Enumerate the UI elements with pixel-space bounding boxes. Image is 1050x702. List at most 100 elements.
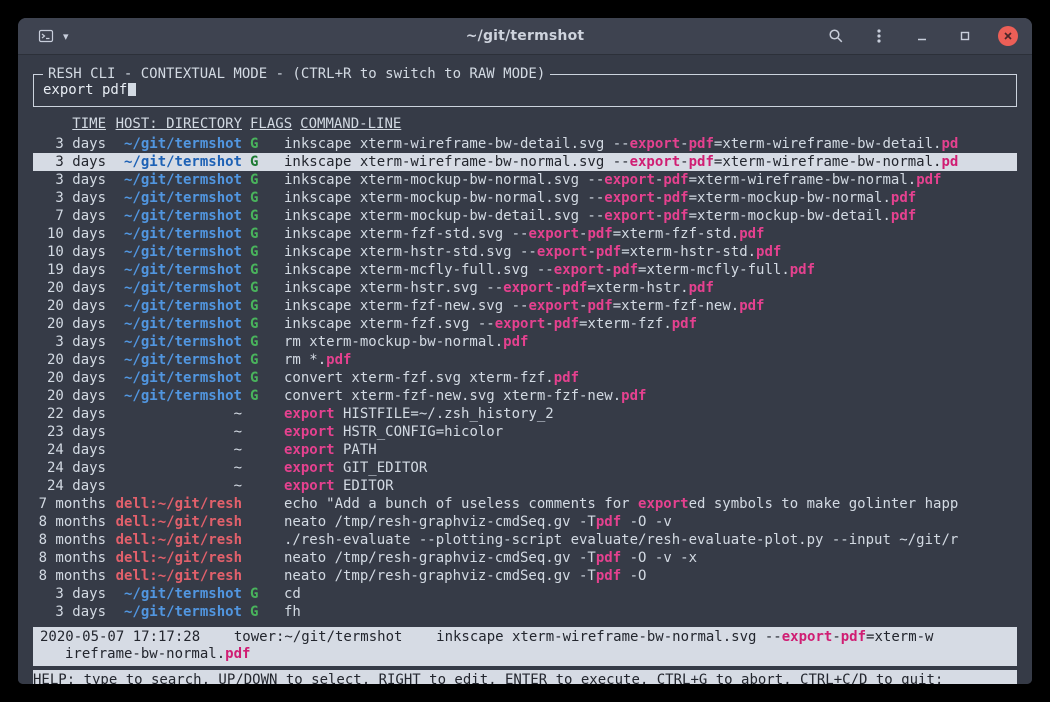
row-time: 10 days <box>33 243 106 261</box>
row-time: 19 days <box>33 261 106 279</box>
row-host-dir: ~/git/termshot <box>114 153 242 171</box>
row-host-dir: ~/git/termshot <box>114 387 242 405</box>
row-flags <box>250 405 276 423</box>
row-time: 20 days <box>33 315 106 333</box>
row-time: 3 days <box>33 153 106 171</box>
history-row[interactable]: 24 days~export GIT_EDITOR <box>33 459 1017 477</box>
history-row[interactable]: 8 monthsdell:~/git/reshneato /tmp/resh-g… <box>33 513 1017 531</box>
header-command-line: COMMAND-LINE <box>300 115 401 133</box>
search-box[interactable]: RESH CLI - CONTEXTUAL MODE - (CTRL+R to … <box>33 74 1017 107</box>
row-time: 20 days <box>33 297 106 315</box>
row-host-dir: ~/git/termshot <box>114 225 242 243</box>
row-flags <box>250 513 276 531</box>
row-time: 20 days <box>33 351 106 369</box>
row-time: 8 months <box>33 549 106 567</box>
history-row[interactable]: 20 days~/git/termshotGrm *.pdf <box>33 351 1017 369</box>
row-host-dir: ~/git/termshot <box>114 333 242 351</box>
row-command: inkscape xterm-fzf-new.svg --export-pdf=… <box>284 297 1017 315</box>
row-host-dir: ~ <box>114 459 242 477</box>
row-flags <box>250 441 276 459</box>
row-command: neato /tmp/resh-graphviz-cmdSeq.gv -Tpdf… <box>284 549 1017 567</box>
row-command: convert xterm-fzf-new.svg xterm-fzf-new.… <box>284 387 1017 405</box>
titlebar[interactable]: ▾ ~/git/termshot <box>18 18 1032 55</box>
row-host-dir: ~ <box>114 423 242 441</box>
history-row[interactable]: 24 days~export PATH <box>33 441 1017 459</box>
history-row[interactable]: 7 days~/git/termshotGinkscape xterm-mock… <box>33 207 1017 225</box>
close-icon[interactable] <box>998 26 1018 46</box>
row-flags: G <box>250 279 276 297</box>
history-row[interactable]: 19 days~/git/termshotGinkscape xterm-mcf… <box>33 261 1017 279</box>
history-row[interactable]: 8 monthsdell:~/git/reshneato /tmp/resh-g… <box>33 567 1017 585</box>
history-row[interactable]: 3 days~/git/termshotGcd <box>33 585 1017 603</box>
history-row[interactable]: 7 monthsdell:~/git/reshecho "Add a bunch… <box>33 495 1017 513</box>
row-time: 24 days <box>33 441 106 459</box>
row-host-dir: ~/git/termshot <box>114 189 242 207</box>
row-time: 3 days <box>33 135 106 153</box>
history-row[interactable]: 20 days ~/git/termshot Gconvert xterm-fzf-… <box>33 387 1017 405</box>
row-host-dir: ~/git/termshot <box>114 279 242 297</box>
selected-entry-detail: 2020-05-07 17:17:28 tower:~/git/termshot… <box>33 627 1017 666</box>
row-host-dir: dell:~/git/resh <box>114 513 242 531</box>
history-row[interactable]: 3 days~/git/termshotGinkscape xterm-wire… <box>33 153 1017 171</box>
row-command: echo "Add a bunch of useless comments fo… <box>284 495 1017 513</box>
row-host-dir: dell:~/git/resh <box>114 567 242 585</box>
history-row[interactable]: 20 days ~/git/termshot Ginkscape xterm-fzf… <box>33 297 1017 315</box>
history-row[interactable]: 20 days ~/git/termshot Ginkscape xterm-hst… <box>33 279 1017 297</box>
history-row[interactable]: 22 days~export HISTFILE=~/.zsh_history_2 <box>33 405 1017 423</box>
history-row[interactable]: 10 days~/git/termshotGinkscape xterm-hst… <box>33 243 1017 261</box>
history-row[interactable]: 3 days~/git/termshotGrm xterm-mockup-bw-… <box>33 333 1017 351</box>
history-row[interactable]: 23 days~export HSTR_CONFIG=hicolor <box>33 423 1017 441</box>
row-command: inkscape xterm-hstr.svg --export-pdf=xte… <box>284 279 1017 297</box>
search-box-title: RESH CLI - CONTEXTUAL MODE - (CTRL+R to … <box>43 65 550 83</box>
row-flags: G <box>250 351 276 369</box>
text-cursor <box>128 81 136 96</box>
row-time: 20 days <box>33 279 106 297</box>
history-row[interactable]: 20 days~/git/termshotGconvert xterm-fzf.… <box>33 369 1017 387</box>
row-flags: G <box>250 603 276 621</box>
row-flags <box>250 423 276 441</box>
table-header: TIME HOST: DIRECTORY FLAGS COMMAND-LINE <box>33 115 1017 133</box>
history-row[interactable]: 20 days~/git/termshotGinkscape xterm-fzf… <box>33 315 1017 333</box>
row-command: rm xterm-mockup-bw-normal.pdf <box>284 333 1017 351</box>
row-command: rm *.pdf <box>284 351 1017 369</box>
row-command: export HISTFILE=~/.zsh_history_2 <box>284 405 1017 423</box>
dropdown-caret-icon[interactable]: ▾ <box>63 31 69 42</box>
row-time: 8 months <box>33 567 106 585</box>
row-time: 20 days <box>33 387 106 405</box>
row-time: 7 days <box>33 207 106 225</box>
history-row[interactable]: 3 days~/git/termshotGfh <box>33 603 1017 621</box>
window-title: ~/git/termshot <box>466 28 585 44</box>
row-host-dir: dell:~/git/resh <box>114 531 242 549</box>
history-row[interactable]: 24 days~export EDITOR <box>33 477 1017 495</box>
row-command: inkscape xterm-mockup-bw-normal.svg --ex… <box>284 171 1017 189</box>
terminal-screen: RESH CLI - CONTEXTUAL MODE - (CTRL+R to … <box>18 55 1032 684</box>
row-command: inkscape xterm-wireframe-bw-detail.svg -… <box>284 135 1017 153</box>
history-row[interactable]: 10 days~/git/termshotGinkscape xterm-fzf… <box>33 225 1017 243</box>
menu-kebab-icon[interactable] <box>869 26 889 46</box>
history-row[interactable]: 3 days~/git/termshotGinkscape xterm-wire… <box>33 135 1017 153</box>
header-time: TIME <box>33 115 106 133</box>
row-host-dir: ~/git/termshot <box>114 297 242 315</box>
search-icon[interactable] <box>826 26 846 46</box>
row-flags <box>250 549 276 567</box>
minimize-icon[interactable] <box>912 26 932 46</box>
history-row[interactable]: 8 monthsdell:~/git/reshneato /tmp/resh-g… <box>33 549 1017 567</box>
row-flags: G <box>250 207 276 225</box>
row-flags: G <box>250 315 276 333</box>
row-command: export PATH <box>284 441 1017 459</box>
row-flags: G <box>250 225 276 243</box>
row-time: 10 days <box>33 225 106 243</box>
history-row[interactable]: 3 days~/git/termshotGinkscape xterm-mock… <box>33 189 1017 207</box>
row-flags <box>250 531 276 549</box>
row-flags <box>250 567 276 585</box>
terminal-window-icon[interactable] <box>36 26 56 46</box>
row-flags: G <box>250 387 276 405</box>
row-flags: G <box>250 297 276 315</box>
history-row[interactable]: 3 days~/git/termshotGinkscape xterm-mock… <box>33 171 1017 189</box>
history-row[interactable]: 8 monthsdell:~/git/resh./resh-evaluate -… <box>33 531 1017 549</box>
restore-icon[interactable] <box>955 26 975 46</box>
header-flags: FLAGS <box>250 115 292 133</box>
row-flags: G <box>250 243 276 261</box>
row-flags: G <box>250 333 276 351</box>
row-command: convert xterm-fzf.svg xterm-fzf.pdf <box>284 369 1017 387</box>
